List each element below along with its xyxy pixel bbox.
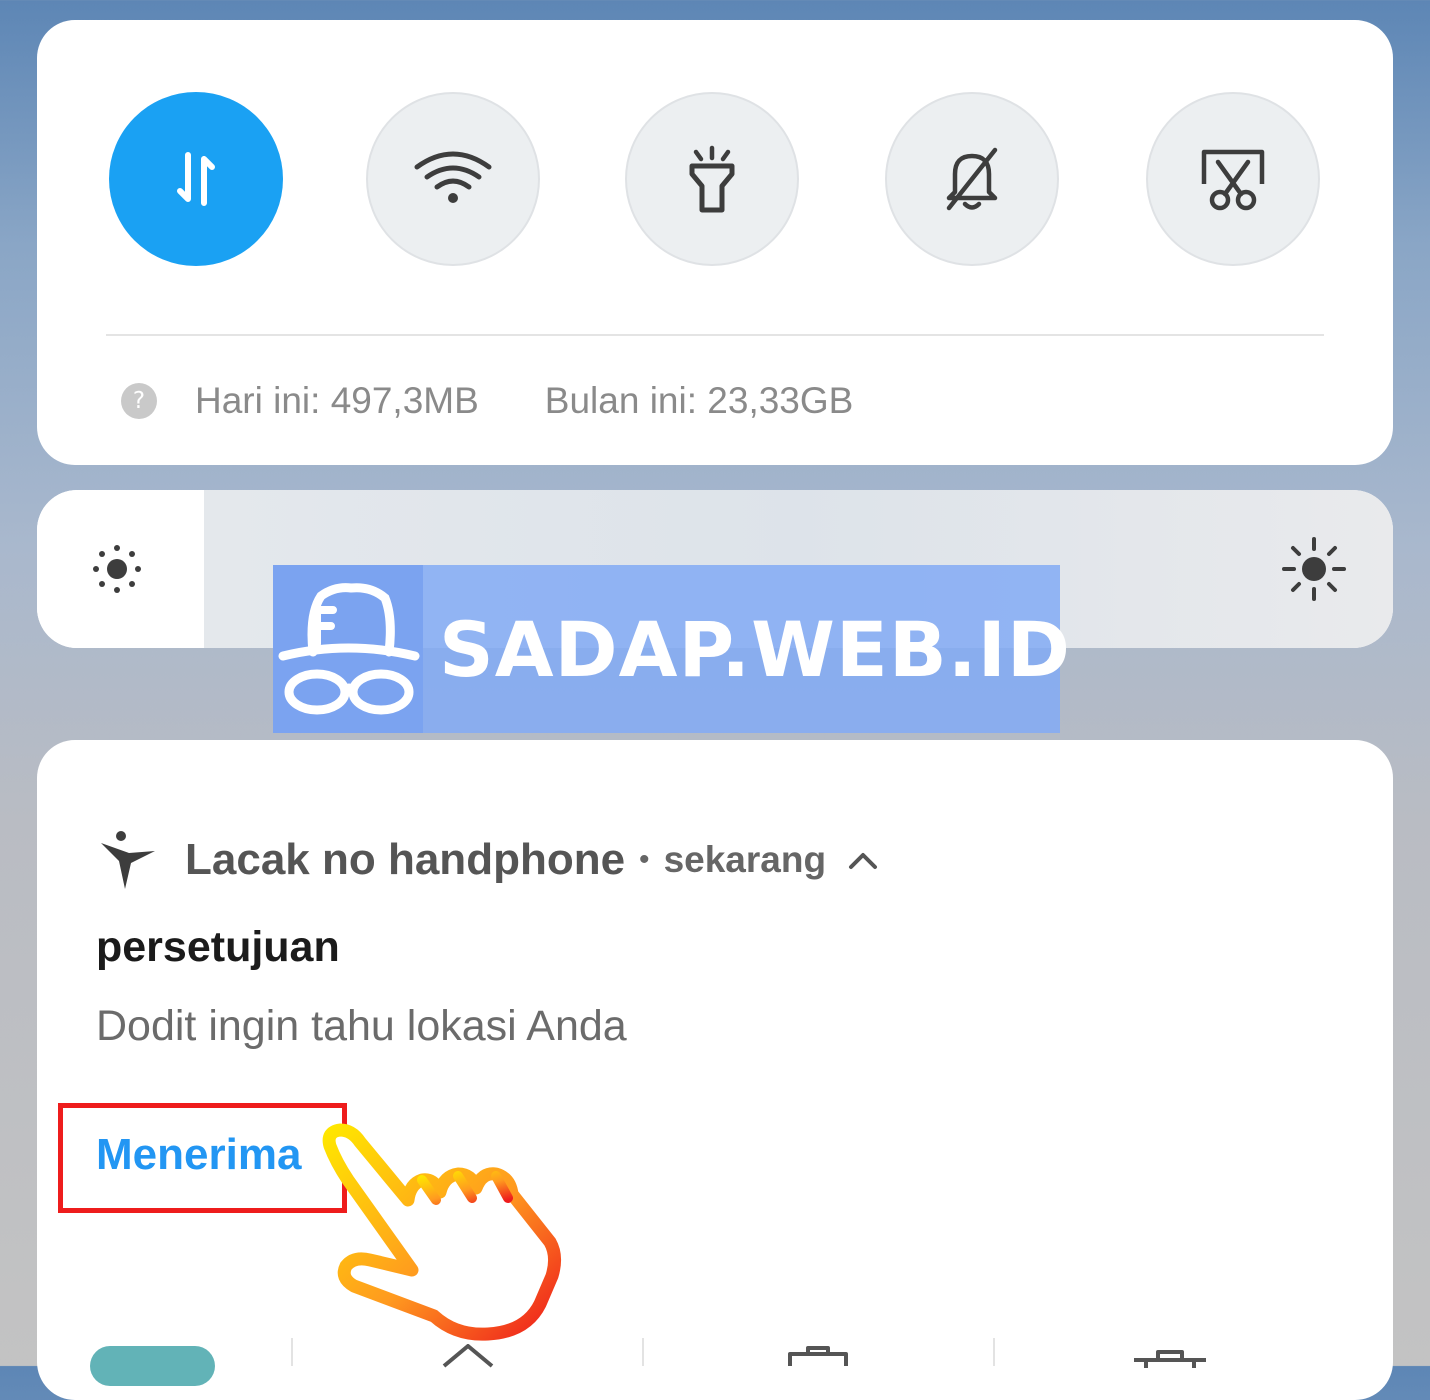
screenshot-scissors-icon <box>1201 149 1265 211</box>
data-transfer-icon <box>177 152 215 206</box>
notification-time: sekarang <box>663 839 827 880</box>
usage-today: Hari ini: 497,3MB <box>195 380 479 421</box>
notification-card[interactable]: Lacak no handphone • sekarang persetujua… <box>37 740 1393 1400</box>
brightness-high-icon <box>1281 536 1347 602</box>
home-icon[interactable] <box>440 1344 496 1368</box>
app-shortcut-icon[interactable] <box>90 1346 215 1386</box>
data-usage-row: ? Hari ini: 497,3MB Bulan ini: 23,33GB <box>121 376 853 426</box>
notification-title: persetujuan <box>96 923 340 971</box>
app-icon <box>101 831 155 889</box>
usage-month: Bulan ini: 23,33GB <box>544 380 854 421</box>
quick-settings-panel: ? Hari ini: 497,3MB Bulan ini: 23,33GB <box>37 20 1393 465</box>
divider <box>106 334 1324 336</box>
toolbar-separator <box>993 1338 995 1366</box>
screenshot-toggle[interactable] <box>1146 92 1320 266</box>
chevron-up-icon[interactable] <box>848 849 878 871</box>
help-icon[interactable]: ? <box>121 383 157 419</box>
app-name: Lacak no handphone <box>185 835 626 884</box>
watermark-text: SADAP.WEB.ID <box>439 604 1071 694</box>
briefcase-icon[interactable] <box>786 1344 850 1368</box>
notification-body: Dodit ingin tahu lokasi Anda <box>96 1002 627 1050</box>
toolbar-separator <box>642 1338 644 1366</box>
flashlight-icon <box>689 145 735 213</box>
mute-toggle[interactable] <box>885 92 1059 266</box>
separator-dot: • <box>639 843 650 876</box>
trash-icon[interactable] <box>1130 1344 1210 1368</box>
spy-hat-glasses-logo-icon <box>273 565 423 733</box>
brightness-low-icon <box>89 541 145 597</box>
toolbar-separator <box>291 1338 293 1366</box>
notification-header: Lacak no handphone • sekarang <box>99 828 878 892</box>
bell-off-icon <box>946 147 998 211</box>
pointing-hand-icon <box>322 1123 562 1341</box>
mobile-data-toggle[interactable] <box>109 92 283 266</box>
wifi-icon <box>414 151 492 203</box>
wifi-toggle[interactable] <box>366 92 540 266</box>
watermark-banner: SADAP.WEB.ID <box>273 565 1070 733</box>
highlight-box <box>58 1103 347 1213</box>
flashlight-toggle[interactable] <box>625 92 799 266</box>
